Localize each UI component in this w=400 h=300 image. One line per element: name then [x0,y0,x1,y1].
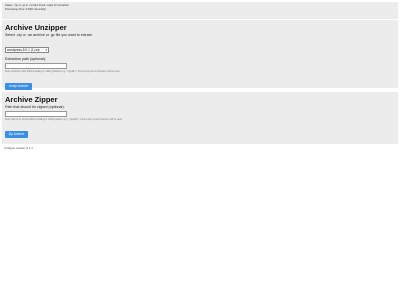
zip-path-label: Path that should be zipped (optional): [5,105,65,109]
processing-time: Processing Time: 0.0001 Second(s) [5,8,47,12]
zip-path-input[interactable] [5,110,67,117]
zipper-panel: Archive Zipper Path that should be zippe… [2,92,398,144]
archive-select-label: Select .zip or .rar archive or .gz file … [5,33,93,37]
archive-select[interactable]: wordpress-5.0.1 (1).zip ▾ [5,47,49,53]
extraction-path-label: Extraction path (optional): [5,57,46,61]
archive-select-value: wordpress-5.0.1 (1).zip [7,48,40,52]
unzipper-title: Archive Unzipper [5,23,67,32]
status-panel: Status: .zip or .gz or .rar files found,… [2,2,398,19]
unzip-archive-button[interactable]: Unzip Archive [5,82,32,90]
chevron-down-icon: ▾ [45,48,47,52]
zipper-title: Archive Zipper [5,95,58,104]
zip-path-hint: Enter path to be zipped without leading … [5,118,123,121]
extraction-path-hint: Enter extraction path without leading or… [5,70,121,73]
unzipper-panel: Archive Unzipper Select .zip or .rar arc… [2,20,398,90]
version-text: Unzipper version: 0.1.1 [4,146,33,150]
extraction-path-input[interactable] [5,62,67,69]
zip-archive-button[interactable]: Zip Archive [5,130,28,138]
